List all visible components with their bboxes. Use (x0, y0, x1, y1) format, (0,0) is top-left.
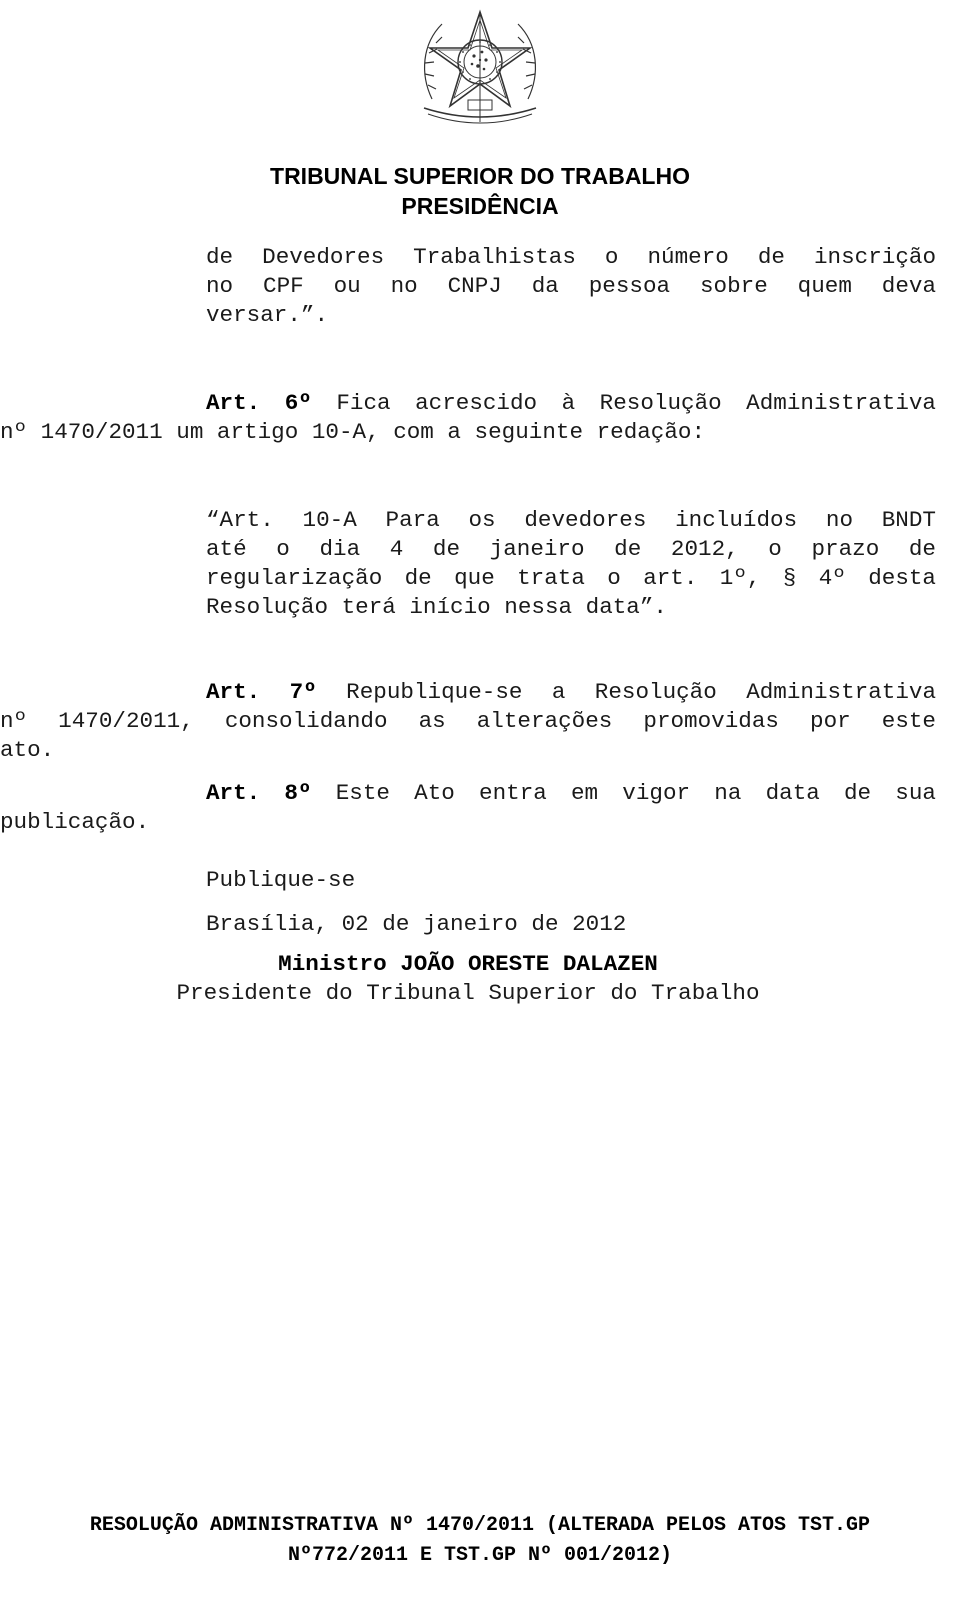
text-line: até o dia 4 de janeiro de 2012, o prazo … (206, 536, 936, 562)
signer-name: Ministro JOÃO ORESTE DALAZEN (278, 951, 658, 977)
article-text: nº 1470/2011, consolidando as alterações… (0, 708, 936, 734)
footer-line: Nº772/2011 E TST.GP Nº 001/2012) (287, 1544, 673, 1567)
text-line: “Art. 10-A Para os devedores incluídos n… (206, 507, 936, 533)
article-number: 8º (284, 780, 312, 806)
article-8: Art. 8º Este Ato entra em vigor na data … (0, 779, 936, 837)
article-6: Art. 6º Fica acrescido à Resolução Admin… (0, 389, 936, 447)
article-text: publicação. (0, 809, 150, 835)
footer-line: RESOLUÇÃO ADMINISTRATIVA Nº 1470/2011 (A… (89, 1514, 871, 1537)
court-name-heading: TRIBUNAL SUPERIOR DO TRABALHO (270, 163, 690, 189)
continuation-paragraph: de Devedores Trabalhistas o número de in… (206, 243, 936, 330)
department-heading: PRESIDÊNCIA (401, 193, 559, 219)
article-text: ato. (0, 737, 55, 763)
article-7: Art. 7º Republique-se a Resolução Admini… (0, 678, 936, 765)
article-label: Art. (206, 679, 261, 705)
text-line: versar.”. (206, 302, 329, 328)
text-line: regularização de que trata o art. 1º, § … (206, 565, 936, 591)
article-number: 6º (284, 390, 312, 416)
article-text: Fica acrescido à Resolução Administrativ… (336, 390, 936, 416)
quoted-article-10a: “Art. 10-A Para os devedores incluídos n… (206, 506, 936, 622)
article-number: 7º (289, 679, 317, 705)
brazil-coat-of-arms-icon (423, 9, 537, 124)
place-and-date: Brasília, 02 de janeiro de 2012 (206, 911, 627, 937)
text-line: de Devedores Trabalhistas o número de in… (206, 244, 936, 270)
document-reference-footer: RESOLUÇÃO ADMINISTRATIVA Nº 1470/2011 (A… (0, 1511, 960, 1571)
article-label: Art. (206, 780, 261, 806)
article-text: Este Ato entra em vigor na data de sua (335, 780, 936, 806)
signer-title: Presidente do Tribunal Superior do Traba… (176, 980, 760, 1006)
publish-order: Publique-se (206, 867, 356, 893)
text-line: no CPF ou no CNPJ da pessoa sobre quem d… (206, 273, 936, 299)
article-text: nº 1470/2011 um artigo 10-A, com a segui… (0, 419, 706, 445)
text-line: Resolução terá início nessa data”. (206, 594, 667, 620)
article-label: Art. (206, 390, 261, 416)
article-text: Republique-se a Resolução Administrativa (346, 679, 937, 705)
